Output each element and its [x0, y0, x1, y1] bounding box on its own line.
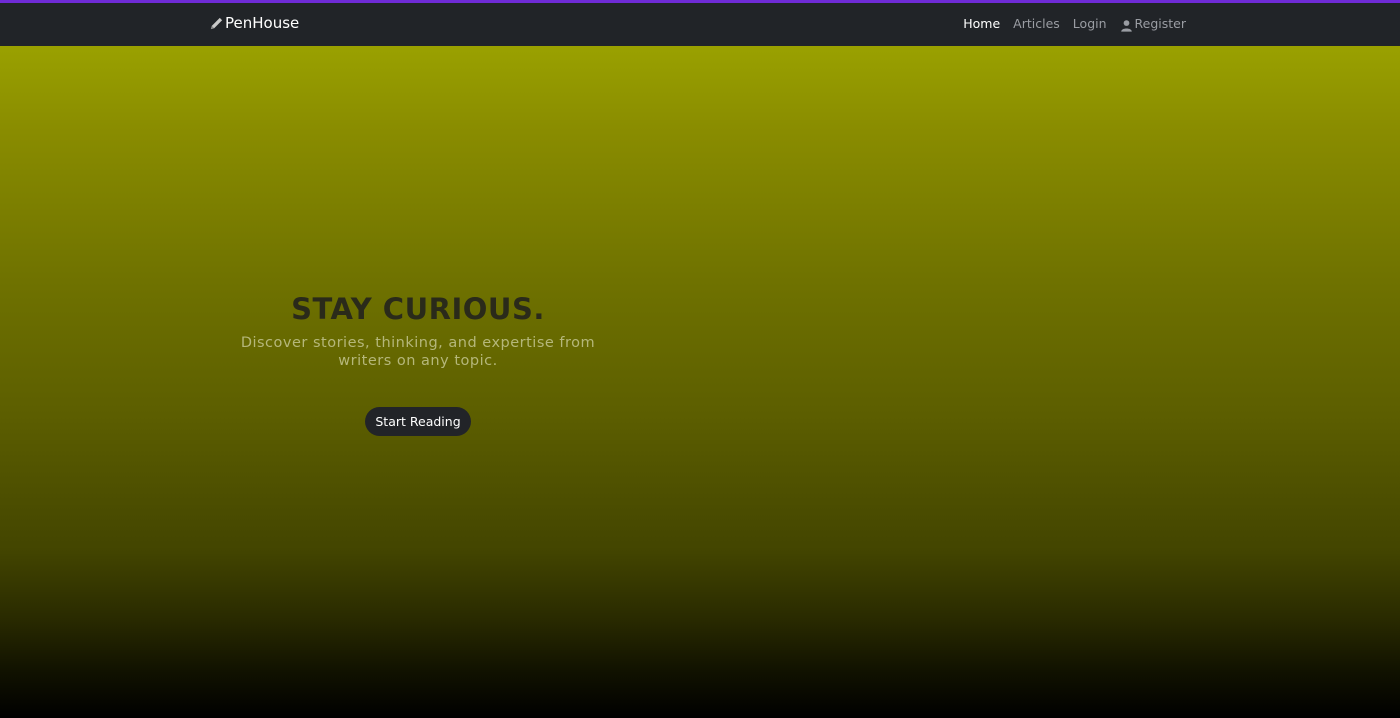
nav-link-home[interactable]: Home [963, 14, 1000, 34]
hero-section: STAY CURIOUS. Discover stories, thinking… [0, 46, 1400, 718]
brand-name: PenHouse [225, 14, 300, 32]
brand-link[interactable]: PenHouse [209, 13, 299, 33]
nav-links: Home Articles Login Register [963, 14, 1186, 34]
pencil-icon [209, 16, 224, 31]
register-label: Register [1134, 16, 1186, 31]
navbar: PenHouse Home Articles Login Register [0, 3, 1400, 46]
nav-link-articles[interactable]: Articles [1013, 14, 1060, 34]
hero-title: STAY CURIOUS. [291, 292, 545, 326]
nav-link-login[interactable]: Login [1073, 14, 1107, 34]
nav-link-register[interactable]: Register [1120, 14, 1186, 34]
start-reading-button[interactable]: Start Reading [365, 407, 471, 436]
user-icon [1120, 18, 1133, 32]
hero-content: STAY CURIOUS. Discover stories, thinking… [218, 291, 618, 436]
hero-subtitle: Discover stories, thinking, and expertis… [240, 335, 596, 369]
